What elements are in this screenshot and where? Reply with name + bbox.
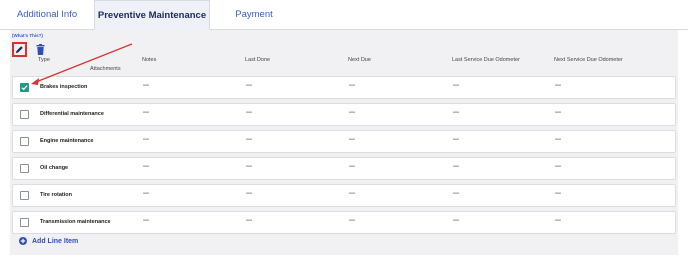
row-checkbox[interactable] bbox=[20, 137, 29, 146]
row-notes: --- bbox=[143, 137, 149, 143]
row-notes: --- bbox=[143, 218, 149, 224]
column-header-last-done: Last Done bbox=[245, 57, 271, 63]
row-checkbox[interactable] bbox=[20, 191, 29, 200]
row-next-service-odometer: --- bbox=[555, 218, 561, 224]
table-row: Brakes inspection --- --- --- --- --- bbox=[12, 76, 676, 99]
tab-bar: Additional Info Preventive Maintenance P… bbox=[0, 0, 688, 50]
tab-payment-terms[interactable]: Payment Terms bbox=[222, 0, 286, 50]
row-next-due: --- bbox=[349, 191, 355, 197]
row-last-service-odometer: --- bbox=[453, 164, 459, 170]
row-last-service-odometer: --- bbox=[453, 191, 459, 197]
row-next-service-odometer: --- bbox=[555, 164, 561, 170]
row-last-done: --- bbox=[246, 110, 252, 116]
add-line-item-label: Add Line Item bbox=[32, 237, 79, 245]
row-type: Oil change bbox=[40, 165, 69, 171]
row-notes: --- bbox=[143, 191, 149, 197]
row-type: Brakes inspection bbox=[40, 84, 88, 90]
row-next-due: --- bbox=[349, 164, 355, 170]
row-type: Differential maintenance bbox=[40, 111, 104, 117]
row-last-done: --- bbox=[246, 191, 252, 197]
row-last-done: --- bbox=[246, 137, 252, 143]
row-checkbox[interactable] bbox=[20, 110, 29, 119]
row-last-service-odometer: --- bbox=[453, 83, 459, 89]
tab-additional-info[interactable]: Additional Info bbox=[14, 0, 80, 30]
row-notes: --- bbox=[143, 110, 149, 116]
preventive-maintenance-panel: (What's This?) Type Attachments Notes La… bbox=[10, 30, 678, 255]
row-next-due: --- bbox=[349, 218, 355, 224]
add-line-item-button[interactable]: Add Line Item bbox=[19, 237, 78, 245]
whats-this-link[interactable]: (What's This?) bbox=[12, 33, 43, 38]
row-next-service-odometer: --- bbox=[555, 110, 561, 116]
table-row: Engine maintenance --- --- --- --- --- bbox=[12, 130, 676, 153]
edit-button[interactable] bbox=[12, 42, 27, 57]
checkmark-icon bbox=[21, 85, 28, 91]
pencil-icon bbox=[15, 46, 23, 54]
column-header-next-service-odometer: Next Service Due Odometer bbox=[554, 57, 623, 63]
column-header-last-service-odometer: Last Service Due Odometer bbox=[452, 57, 520, 63]
column-header-type: Type bbox=[38, 57, 50, 63]
row-last-service-odometer: --- bbox=[453, 218, 459, 224]
tab-preventive-maintenance[interactable]: Preventive Maintenance bbox=[94, 0, 210, 30]
row-next-service-odometer: --- bbox=[555, 137, 561, 143]
row-notes: --- bbox=[143, 83, 149, 89]
row-next-service-odometer: --- bbox=[555, 191, 561, 197]
table-row: Transmission maintenance --- --- --- ---… bbox=[12, 211, 676, 234]
row-checkbox[interactable] bbox=[20, 218, 29, 227]
table-row: Oil change --- --- --- --- --- bbox=[12, 157, 676, 180]
row-last-service-odometer: --- bbox=[453, 137, 459, 143]
table-row: Differential maintenance --- --- --- ---… bbox=[12, 103, 676, 126]
row-last-done: --- bbox=[246, 218, 252, 224]
row-next-due: --- bbox=[349, 83, 355, 89]
row-next-service-odometer: --- bbox=[555, 83, 561, 89]
row-next-due: --- bbox=[349, 137, 355, 143]
row-type: Tire rotation bbox=[40, 192, 72, 198]
row-last-done: --- bbox=[246, 83, 252, 89]
column-header-attachments: Attachments bbox=[90, 66, 121, 72]
table-row: Tire rotation --- --- --- --- --- bbox=[12, 184, 676, 207]
delete-button[interactable] bbox=[35, 43, 45, 56]
row-checkbox[interactable] bbox=[20, 83, 29, 92]
row-type: Engine maintenance bbox=[40, 138, 94, 144]
column-header-next-due: Next Due bbox=[348, 57, 371, 63]
row-next-due: --- bbox=[349, 110, 355, 116]
row-notes: --- bbox=[143, 164, 149, 170]
plus-icon bbox=[19, 237, 27, 245]
row-type: Transmission maintenance bbox=[40, 219, 111, 225]
row-last-service-odometer: --- bbox=[453, 110, 459, 116]
trash-icon bbox=[36, 44, 44, 55]
column-header-notes: Notes bbox=[142, 57, 157, 63]
row-last-done: --- bbox=[246, 164, 252, 170]
row-checkbox[interactable] bbox=[20, 164, 29, 173]
